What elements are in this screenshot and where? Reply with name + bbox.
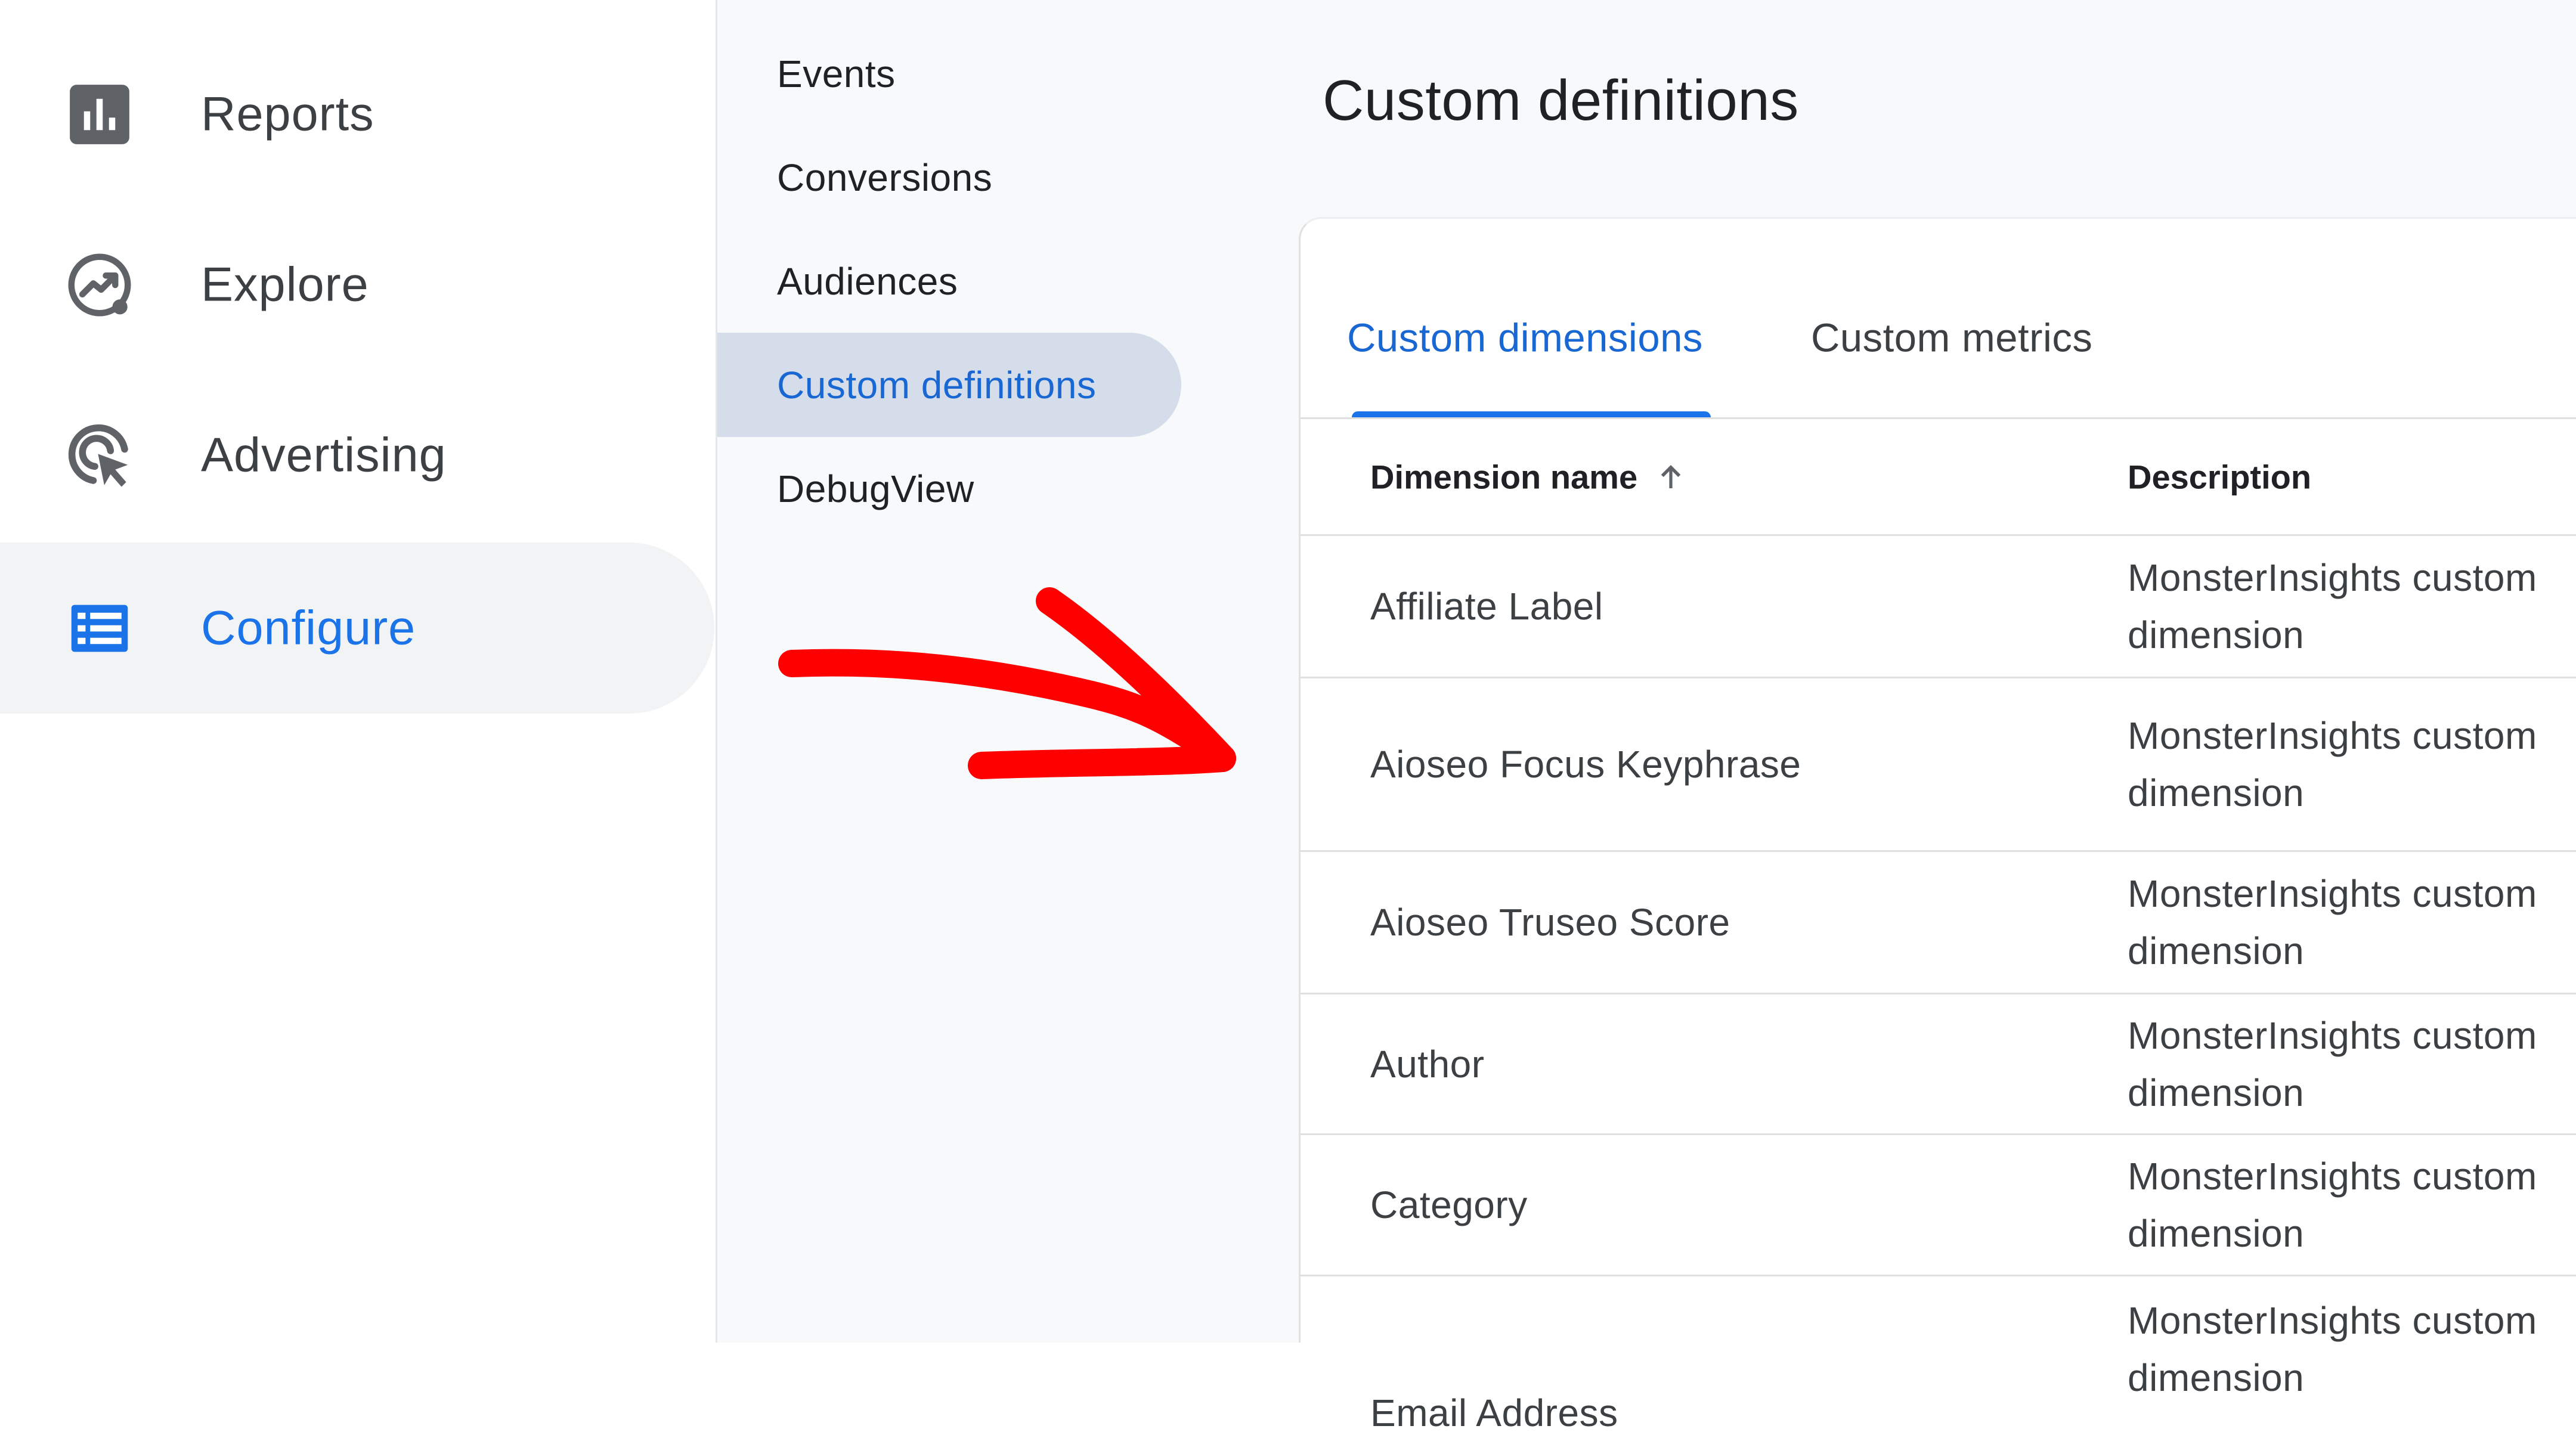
- arrow-up-icon[interactable]: [1655, 460, 1686, 494]
- dimension-name-cell: Email Address: [1370, 1391, 1618, 1434]
- subnav-item-label: Conversions: [777, 156, 993, 199]
- description-cell: MonsterInsights custom dimension: [2128, 1155, 2537, 1255]
- column-header-dimension-name[interactable]: Dimension name: [1370, 457, 1686, 496]
- page-title: Custom definitions: [1323, 69, 1799, 132]
- definitions-card: Custom dimensions Custom metrics Dimensi…: [1299, 217, 2576, 1434]
- left-navigation: Reports Explore Advertising Configure: [0, 0, 716, 1343]
- subnav-item-label: Audiences: [777, 259, 958, 303]
- nav-item-label: Explore: [201, 258, 369, 311]
- bar-chart-icon: [70, 84, 129, 144]
- dimension-name-cell: Affiliate Label: [1370, 585, 1603, 628]
- dimension-name-cell: Author: [1370, 1042, 1485, 1086]
- table-row[interactable]: Email Address MonsterInsights custom dim…: [1301, 1276, 2576, 1434]
- nav-item-advertising[interactable]: Advertising: [0, 370, 714, 541]
- description-cell: MonsterInsights custom dimension: [2128, 556, 2537, 656]
- advertising-cursor-icon: [68, 424, 128, 486]
- table-row[interactable]: Affiliate Label MonsterInsights custom d…: [1301, 536, 2576, 678]
- subnav-item-conversions[interactable]: Conversions: [717, 125, 1181, 230]
- dimension-name-cell: Aioseo Focus Keyphrase: [1370, 743, 1801, 786]
- subnav-item-audiences[interactable]: Audiences: [717, 229, 1181, 333]
- subnav-item-label: Custom definitions: [777, 363, 1097, 407]
- list-table-icon: [71, 605, 128, 652]
- table-row[interactable]: Category MonsterInsights custom dimensio…: [1301, 1135, 2576, 1276]
- tab-label: Custom metrics: [1811, 315, 2093, 361]
- table-header: Dimension name Description: [1301, 419, 2576, 536]
- tab-bar: Custom dimensions Custom metrics: [1301, 219, 2576, 419]
- description-cell: MonsterInsights custom dimension: [2128, 1299, 2537, 1399]
- tab-custom-metrics[interactable]: Custom metrics: [1811, 219, 2121, 417]
- active-tab-indicator: [1352, 411, 1711, 417]
- main-content: Custom definitions Custom dimensions Cus…: [1299, 0, 2576, 1434]
- nav-item-label: Configure: [201, 601, 416, 655]
- subnav-item-debugview[interactable]: DebugView: [717, 436, 1181, 541]
- description-cell: MonsterInsights custom dimension: [2128, 714, 2537, 814]
- nav-item-reports[interactable]: Reports: [0, 29, 714, 200]
- nav-item-explore[interactable]: Explore: [0, 199, 714, 370]
- explore-trend-icon: [68, 253, 131, 316]
- table-row[interactable]: Aioseo Truseo Score MonsterInsights cust…: [1301, 852, 2576, 994]
- subnav-item-label: Events: [777, 52, 896, 95]
- tab-custom-dimensions[interactable]: Custom dimensions: [1347, 219, 1713, 417]
- nav-item-label: Advertising: [201, 428, 447, 482]
- nav-item-label: Reports: [201, 87, 374, 141]
- subnav-item-events[interactable]: Events: [717, 21, 1181, 126]
- tab-label: Custom dimensions: [1347, 315, 1703, 361]
- dimension-name-cell: Aioseo Truseo Score: [1370, 901, 1730, 944]
- nav-item-configure[interactable]: Configure: [0, 543, 714, 714]
- table-row[interactable]: Aioseo Focus Keyphrase MonsterInsights c…: [1301, 678, 2576, 852]
- subnav-item-label: DebugView: [777, 467, 974, 510]
- column-header-description[interactable]: Description: [2128, 457, 2311, 496]
- description-cell: MonsterInsights custom dimension: [2128, 872, 2537, 972]
- description-cell: MonsterInsights custom dimension: [2128, 1014, 2537, 1114]
- red-arrow-annotation: [778, 587, 1236, 779]
- column-header-label: Dimension name: [1370, 458, 1638, 495]
- table-row[interactable]: Author MonsterInsights custom dimension: [1301, 994, 2576, 1135]
- dimension-name-cell: Category: [1370, 1183, 1528, 1226]
- subnav-item-custom-definitions[interactable]: Custom definitions: [717, 333, 1181, 437]
